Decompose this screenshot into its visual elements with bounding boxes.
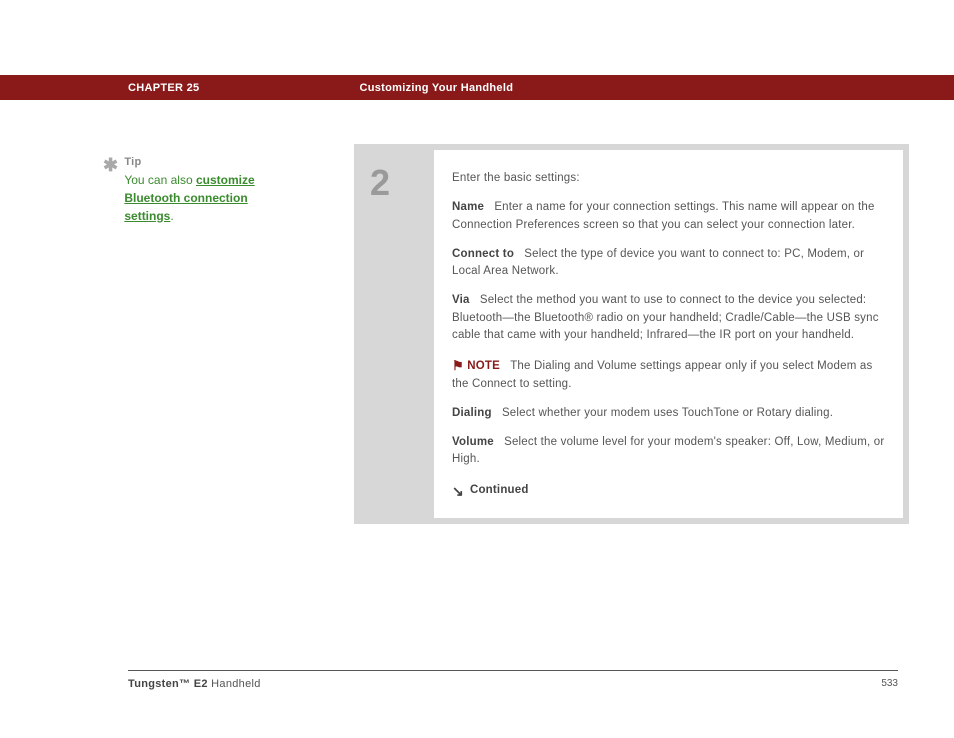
footer-product-bold: Tungsten™ E2	[128, 678, 208, 690]
volume-label: Volume	[452, 436, 494, 448]
via-label: Via	[452, 294, 470, 306]
footer-rule	[128, 670, 898, 671]
note-row: ⚑ NOTE The Dialing and Volume settings a…	[452, 356, 885, 393]
setting-connect: Connect to Select the type of device you…	[452, 246, 885, 281]
tip-block: ✱ Tip You can also customize Bluetooth c…	[103, 152, 303, 225]
tip-asterisk-icon: ✱	[103, 152, 121, 179]
step-number-column: 2	[360, 150, 434, 518]
note-text: The Dialing and Volume settings appear o…	[452, 360, 872, 390]
footer-product-rest: Handheld	[208, 678, 261, 690]
chapter-label: CHAPTER 25	[128, 82, 199, 94]
name-text: Enter a name for your connection setting…	[452, 201, 875, 230]
header-inner: CHAPTER 25 Customizing Your Handheld	[128, 82, 908, 94]
setting-dialing: Dialing Select whether your modem uses T…	[452, 405, 885, 422]
step-content: Enter the basic settings: Name Enter a n…	[434, 150, 903, 518]
chapter-title: Customizing Your Handheld	[359, 82, 513, 94]
dialing-label: Dialing	[452, 407, 492, 419]
tip-text-prefix: You can also	[124, 173, 196, 187]
setting-volume: Volume Select the volume level for your …	[452, 434, 885, 469]
connect-text: Select the type of device you want to co…	[452, 248, 864, 277]
tip-heading: Tip	[124, 156, 141, 168]
continued-arrow-icon: ↘	[452, 481, 464, 502]
connect-label: Connect to	[452, 248, 514, 260]
step-intro: Enter the basic settings:	[452, 170, 885, 187]
dialing-text: Select whether your modem uses TouchTone…	[502, 407, 833, 419]
tip-body: Tip You can also customize Bluetooth con…	[124, 152, 294, 225]
chapter-header-bar: CHAPTER 25 Customizing Your Handheld	[0, 75, 954, 100]
via-text: Select the method you want to use to con…	[452, 294, 879, 341]
volume-text: Select the volume level for your modem's…	[452, 436, 884, 465]
setting-name: Name Enter a name for your connection se…	[452, 199, 885, 234]
step-inner: 2 Enter the basic settings: Name Enter a…	[360, 150, 903, 518]
step-box: 2 Enter the basic settings: Name Enter a…	[354, 144, 909, 524]
setting-via: Via Select the method you want to use to…	[452, 292, 885, 344]
continued-label: Continued	[470, 482, 529, 499]
note-label: NOTE	[467, 360, 500, 372]
note-flag-icon: ⚑	[452, 356, 464, 376]
footer-product: Tungsten™ E2 Handheld	[128, 678, 261, 690]
step-number: 2	[370, 162, 434, 204]
footer-page-number: 533	[881, 678, 898, 689]
tip-text-suffix: .	[170, 209, 173, 223]
name-label: Name	[452, 201, 484, 213]
continued-row: ↘ Continued	[452, 481, 885, 502]
